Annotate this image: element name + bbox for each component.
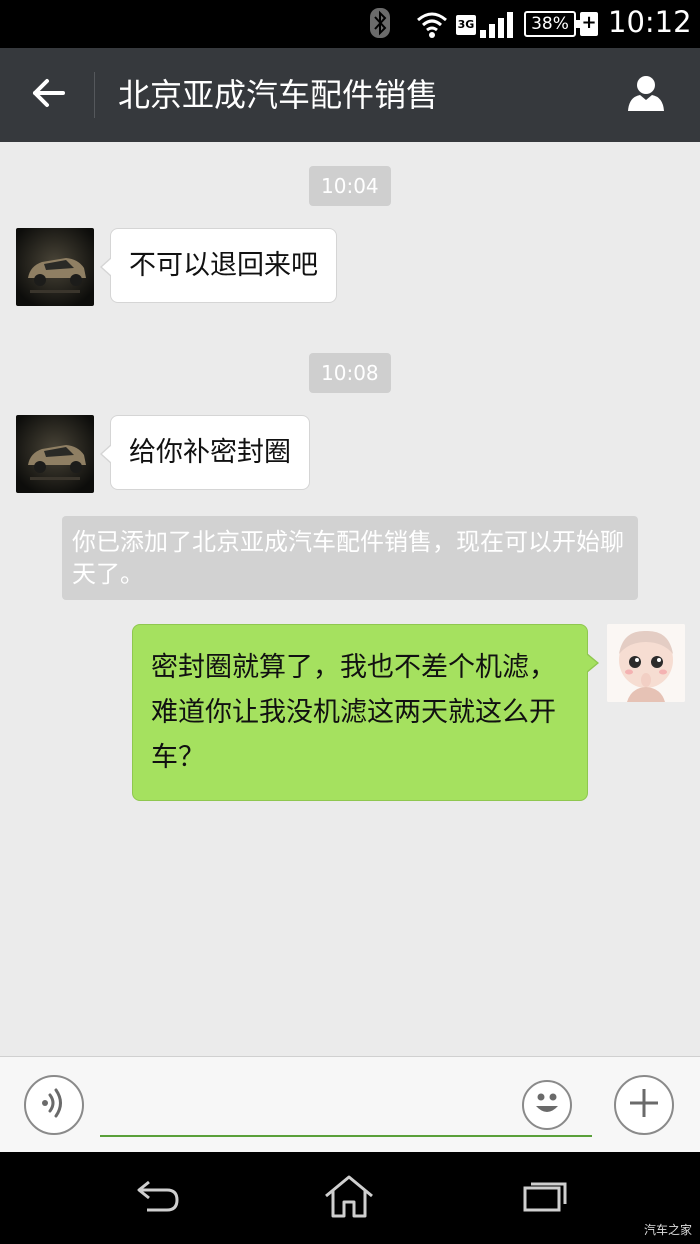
my-avatar[interactable] (607, 624, 685, 702)
title-divider (94, 72, 95, 118)
voice-icon (39, 1086, 69, 1124)
battery-indicator: 38% (524, 11, 580, 37)
bluetooth-icon (370, 8, 390, 42)
chat-area[interactable]: 10:04 不可以退回来吧 10:08 给你补密封圈 你已添加了北京亚成汽车配件… (0, 142, 700, 1056)
page-title: 北京亚成汽车配件销售 (118, 76, 439, 114)
plus-icon (627, 1086, 661, 1124)
signal-icon (480, 12, 514, 42)
clock: 10:12 (608, 5, 692, 39)
emoji-button[interactable] (522, 1080, 572, 1130)
arrow-left-icon (31, 78, 65, 112)
more-options-button[interactable] (614, 1075, 674, 1135)
nav-back-button[interactable] (122, 1168, 192, 1228)
message-input[interactable] (100, 1081, 592, 1137)
network-type-badge: 3G (456, 15, 476, 35)
nav-recents-button[interactable] (510, 1168, 580, 1228)
home-icon (322, 1174, 376, 1222)
charging-icon: + (580, 12, 598, 36)
contact-avatar[interactable] (16, 228, 94, 306)
incoming-message-bubble[interactable]: 给你补密封圈 (100, 415, 310, 490)
voice-button[interactable] (24, 1075, 84, 1135)
recents-icon (521, 1178, 569, 1218)
incoming-message-bubble[interactable]: 不可以退回来吧 (100, 228, 337, 303)
input-bar (0, 1056, 700, 1152)
watermark: 汽车之家 (643, 1223, 692, 1237)
contact-profile-button[interactable] (618, 70, 674, 120)
timestamp: 10:04 (309, 166, 391, 206)
contact-avatar[interactable] (16, 415, 94, 493)
user-icon (626, 73, 666, 117)
system-notice: 你已添加了北京亚成汽车配件销售，现在可以开始聊天了。 (62, 516, 638, 600)
nav-home-button[interactable] (314, 1168, 384, 1228)
outgoing-message-bubble[interactable]: 密封圈就算了，我也不差个机滤，难道你让我没机滤这两天就这么开车？ (132, 624, 599, 801)
emoji-icon (525, 1081, 569, 1129)
timestamp: 10:08 (309, 353, 391, 393)
system-nav-bar: 汽车之家 (0, 1152, 700, 1244)
status-bar: 3G 38% + 10:12 (0, 0, 700, 48)
back-icon (133, 1178, 181, 1218)
title-bar: 北京亚成汽车配件销售 (0, 48, 700, 142)
wifi-icon (416, 10, 448, 42)
back-button[interactable] (20, 70, 76, 120)
